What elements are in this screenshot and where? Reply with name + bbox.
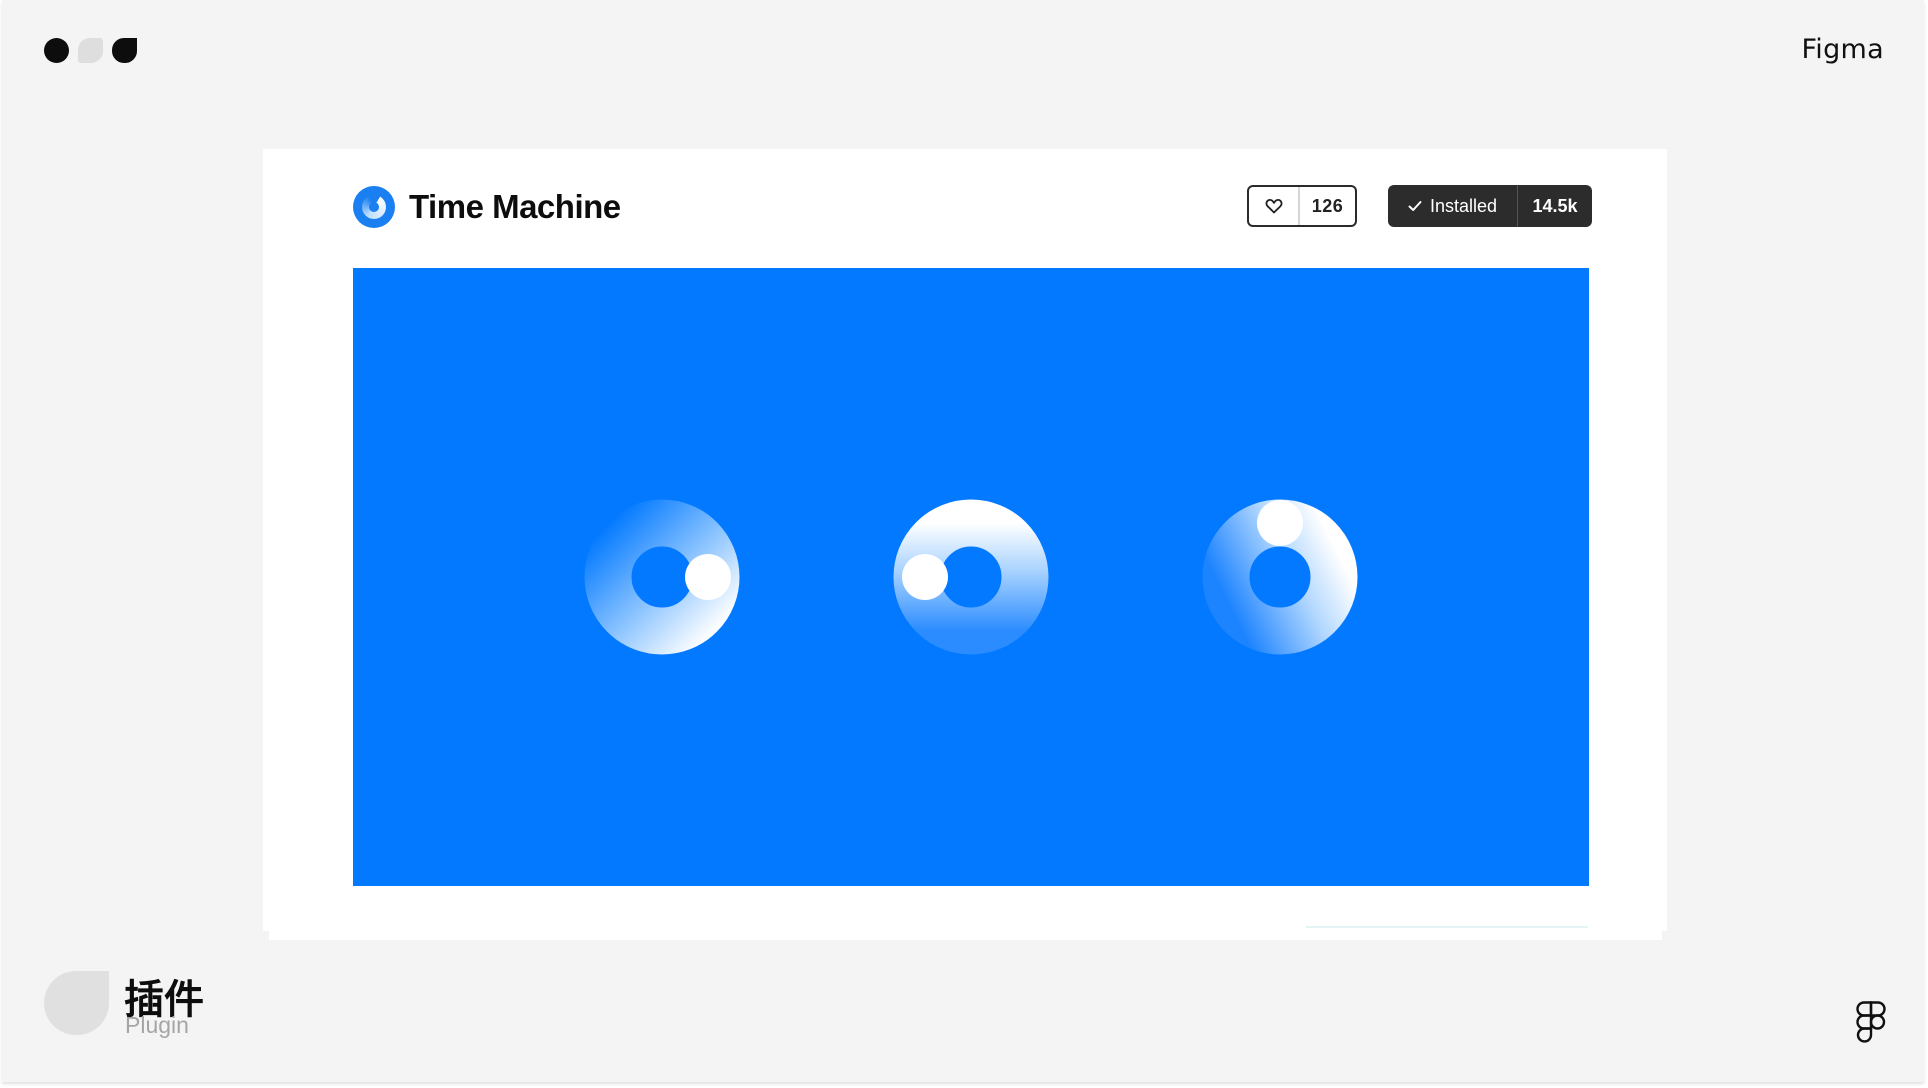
ring-icon-1 <box>584 499 740 655</box>
heart-icon[interactable] <box>1249 187 1300 225</box>
installed-button[interactable]: Installed 14.5k <box>1388 185 1592 227</box>
plugin-title: Time Machine <box>409 188 621 225</box>
install-state-label: Installed <box>1429 195 1498 216</box>
brand-label: Figma <box>1801 34 1884 65</box>
category-title-en: Plugin <box>125 1012 189 1038</box>
divider <box>1306 926 1588 928</box>
ring-icon-3 <box>1202 499 1358 655</box>
like-count: 126 <box>1311 195 1344 216</box>
leaf-icon <box>112 38 137 63</box>
preview-illustration <box>584 499 1358 655</box>
figma-logo-icon <box>1856 1001 1886 1043</box>
like-button[interactable]: 126 <box>1247 185 1357 227</box>
plugin-preview-image <box>353 268 1589 886</box>
ring-icon-2 <box>893 499 1049 655</box>
install-count: 14.5k <box>1532 195 1578 216</box>
pill-icon <box>78 38 103 63</box>
dot-icon <box>44 38 69 63</box>
install-state[interactable]: Installed <box>1388 185 1518 227</box>
plugin-card: Time Machine 126 Installed 14.5k <box>263 149 1667 931</box>
category-shape-icon <box>44 971 109 1035</box>
plugin-header: Time Machine <box>353 186 621 228</box>
check-icon <box>1408 201 1422 211</box>
slide: Figma Time Machine 126 Installed 14.5k 插… <box>2 0 1924 1082</box>
time-machine-logo-icon <box>353 186 395 228</box>
